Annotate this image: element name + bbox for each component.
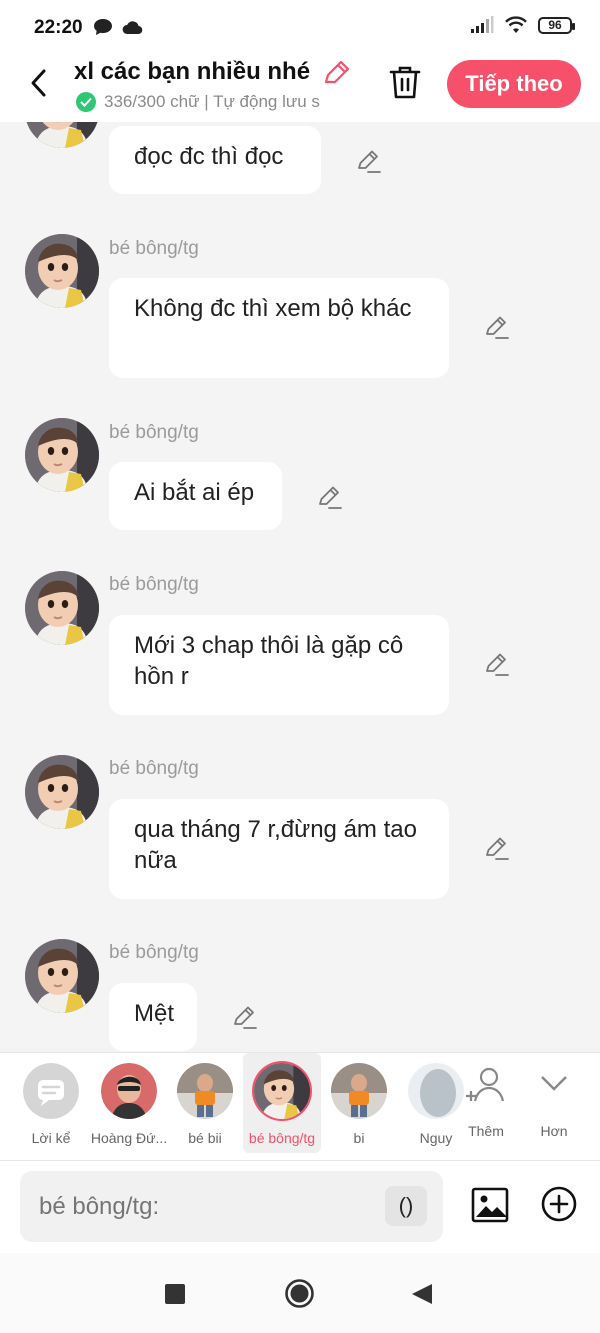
trash-icon[interactable] xyxy=(388,64,422,100)
avatar[interactable] xyxy=(25,418,99,492)
battery-indicator: 96 xyxy=(538,16,575,34)
back-nav-icon[interactable] xyxy=(411,1283,433,1305)
edit-message-icon[interactable] xyxy=(484,651,510,677)
sender-name: bé bông/tg xyxy=(109,422,199,443)
edit-message-icon[interactable] xyxy=(356,148,382,174)
message-bubble[interactable]: Mới 3 chap thôi là gặp cô hồn r xyxy=(109,615,449,715)
avatar[interactable] xyxy=(25,755,99,829)
parenthesis-button[interactable]: () xyxy=(385,1186,427,1226)
message-bubble[interactable]: đọc đc thì đọc xyxy=(109,126,321,194)
add-icon[interactable] xyxy=(540,1185,578,1223)
edit-message-icon[interactable] xyxy=(484,314,510,340)
character-option[interactable]: bi xyxy=(320,1053,398,1153)
image-icon[interactable] xyxy=(470,1185,510,1225)
character-selector: Lời kể Hoàng Đứ... bé bii bé bông/tg bi Nguy T… xyxy=(0,1052,600,1161)
avatar[interactable] xyxy=(25,122,99,148)
recents-icon[interactable] xyxy=(165,1284,185,1304)
edit-message-icon[interactable] xyxy=(484,835,510,861)
message-bubble[interactable]: qua tháng 7 r,đừng ám tao nữa xyxy=(109,799,449,899)
add-person-icon xyxy=(466,1067,505,1102)
character-label: Lời kể xyxy=(31,1130,71,1146)
avatar[interactable] xyxy=(25,939,99,1013)
character-option[interactable]: bé bii xyxy=(166,1053,244,1153)
story-title[interactable]: xl các bạn nhiều nhé xyxy=(74,58,310,86)
word-count-status: 336/300 chữ | Tự động lưu s xyxy=(76,92,362,112)
message-bubble[interactable]: Không đc thì xem bộ khác xyxy=(109,278,449,378)
sender-name: bé bông/tg xyxy=(109,758,199,779)
home-icon[interactable] xyxy=(284,1278,315,1309)
character-option[interactable]: Lời kể xyxy=(12,1053,90,1153)
avatar xyxy=(254,1063,310,1119)
more-characters-button[interactable]: Hơn xyxy=(515,1053,593,1153)
avatar xyxy=(23,1063,79,1119)
next-button[interactable]: Tiếp theo xyxy=(447,60,581,108)
chat-notification-icon xyxy=(94,19,112,35)
dialogue-input[interactable] xyxy=(20,1171,443,1242)
status-bar: 22:20 96 xyxy=(0,0,600,58)
cloud-icon xyxy=(122,21,143,35)
edit-title-icon[interactable] xyxy=(322,58,352,88)
avatar[interactable] xyxy=(25,234,99,308)
character-option[interactable]: bé bông/tg xyxy=(243,1053,321,1153)
editor-header: xl các bạn nhiều nhé 336/300 chữ | Tự độ… xyxy=(0,58,600,122)
system-nav-bar xyxy=(0,1253,600,1333)
avatar[interactable] xyxy=(25,571,99,645)
avatar xyxy=(331,1063,387,1119)
status-time: 22:20 xyxy=(34,17,83,38)
message-list[interactable]: đọc đc thì đọc bé bông/tg Không đc thì xem… xyxy=(0,122,600,1052)
avatar xyxy=(101,1063,157,1119)
message-bubble[interactable]: Mệt xyxy=(109,983,197,1051)
word-count-text: 336/300 chữ | Tự động lưu s xyxy=(104,92,320,111)
wifi-icon xyxy=(505,16,527,33)
edit-message-icon[interactable] xyxy=(232,1004,258,1030)
back-arrow-icon[interactable] xyxy=(26,66,54,100)
input-row: () xyxy=(0,1160,600,1254)
character-option[interactable]: Hoàng Đứ... xyxy=(90,1053,168,1153)
check-icon xyxy=(76,92,96,112)
message-bubble[interactable]: Ai bắt ai ép xyxy=(109,462,282,530)
signal-icon xyxy=(471,16,494,33)
edit-message-icon[interactable] xyxy=(317,484,343,510)
sender-name: bé bông/tg xyxy=(109,238,199,259)
sender-name: bé bông/tg xyxy=(109,574,199,595)
character-label: Hơn xyxy=(540,1123,568,1139)
chevron-down-icon xyxy=(541,1076,567,1091)
sender-name: bé bông/tg xyxy=(109,942,199,963)
avatar xyxy=(177,1063,233,1119)
